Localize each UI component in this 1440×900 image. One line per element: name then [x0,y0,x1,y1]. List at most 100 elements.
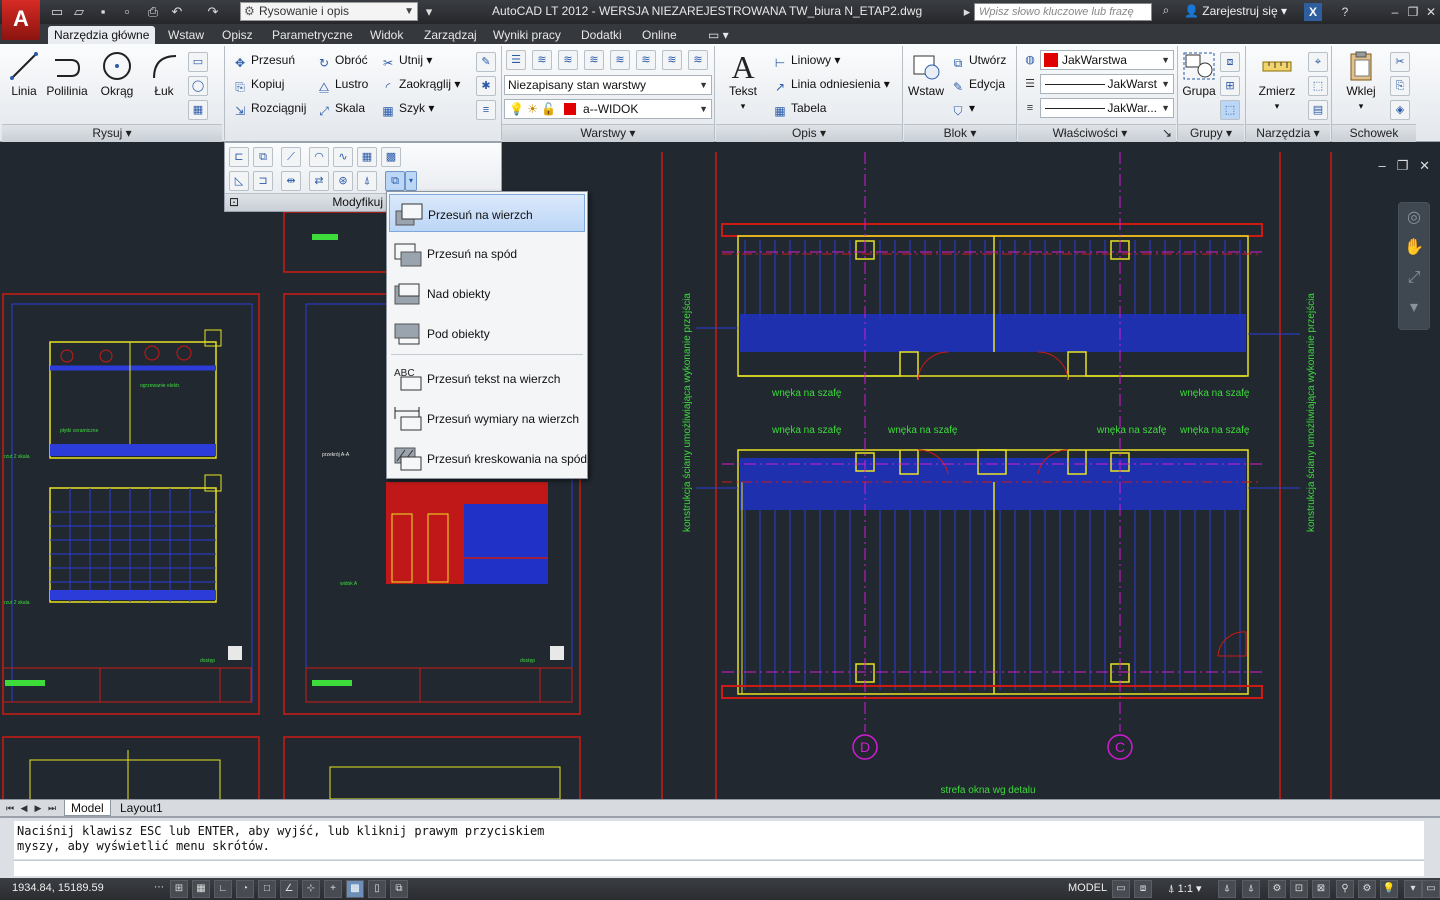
copy-objects-icon[interactable]: ⧉ [253,147,273,167]
menu-item-send-under-objects[interactable]: Pod obiekty [389,314,585,352]
circle-button[interactable]: Okrąg [96,50,138,98]
lengthen-icon[interactable]: ⟋ [281,147,301,167]
quick-view-drawings-icon[interactable]: ⧈ [1134,880,1152,898]
restore-icon[interactable]: ❐ [1404,3,1422,21]
fillet-button[interactable]: ◜ Zaokrąglij ▾ [380,74,461,94]
viewport-close-icon[interactable]: ✕ [1419,158,1430,173]
clean-screen-icon[interactable]: ▭ [1422,880,1440,898]
groups-panel-footer[interactable]: Grupy ▾ [1178,124,1244,142]
menu-item-hatches-to-back[interactable]: Przesuń kreskowania na spód [389,439,587,477]
first-layout-icon[interactable]: ⏮ [4,801,16,815]
group-edit-icon[interactable]: ⊞ [1220,76,1240,96]
tab-home[interactable]: Narzędzia główne [48,26,156,44]
linear-dimension-button[interactable]: ⊢ Liniowy ▾ [772,50,841,70]
pin-panel-icon[interactable]: ⊡ [229,194,239,211]
quick-select-icon[interactable]: ⌖ [1308,52,1328,72]
layer-tool-icon[interactable]: ≋ [558,50,578,70]
exchange-icon[interactable]: X [1304,3,1322,21]
draw-order-dropdown-icon[interactable]: ▾ [405,171,417,191]
coordinates-readout[interactable]: 1934.84, 15189.59 [12,882,104,894]
tab-output[interactable]: Wyniki pracy [487,26,567,44]
stretch-button[interactable]: ⇲ Rozciągnij [232,98,306,118]
linetype-select[interactable]: JakWarst ▼ [1040,74,1174,94]
table-button[interactable]: ▦ Tabela [772,98,826,118]
lineweight-toggle-icon[interactable]: ▩ [346,880,364,898]
polyline-button[interactable]: Polilinia [44,50,90,98]
layers-panel-footer[interactable]: Warstwy ▾ [502,124,714,142]
dynamic-input-icon[interactable]: + [324,880,342,898]
layer-properties-icon[interactable]: ☰ [506,50,526,70]
menu-item-text-to-front[interactable]: ABC Przesuń tekst na wierzch [389,359,585,397]
line-button[interactable]: Linia [6,50,42,98]
status-tray-settings-icon[interactable]: ⚙ [1358,880,1376,898]
dialog-launcher-icon[interactable]: ↘ [1162,125,1172,142]
tab-parametric[interactable]: Parametryczne [266,26,359,44]
workspace-switching-icon[interactable]: ⚙ [1268,880,1286,898]
tab-insert[interactable]: Wstaw [162,26,210,44]
next-layout-icon[interactable]: ▶ [32,801,44,815]
save-as-icon[interactable]: ▫ [118,3,136,21]
drawing-canvas[interactable]: ogrzewanie elektr. płytki ceramiczne rzu… [0,142,1440,799]
plot-icon[interactable]: ⎙ [144,3,162,21]
layer-tool-icon[interactable]: ≋ [636,50,656,70]
application-menu-button[interactable]: A [2,0,40,40]
paste-button[interactable]: Wklej ▾ [1342,50,1380,112]
utilities-panel-footer[interactable]: Narzędzia ▾ [1246,124,1330,142]
clipboard-panel-footer[interactable]: Schowek [1332,124,1416,142]
cut-icon[interactable]: ✂ [1390,52,1410,72]
infer-constraints-icon[interactable]: ⋯ [150,880,168,898]
properties-panel-footer[interactable]: Właściwości ▾ ↘ [1018,124,1176,142]
extend-icon[interactable]: ⊐ [253,171,273,191]
command-input[interactable] [14,860,1424,876]
attribute-button[interactable]: ⛉ ▾ [950,98,975,118]
rectangle-tool-icon[interactable]: ▭ [188,52,208,72]
insert-block-button[interactable]: Wstaw [906,50,946,98]
explode-tool-icon[interactable]: ✱ [476,76,496,96]
search-binoculars-icon[interactable]: ⌕ [1156,3,1176,21]
tab-online[interactable]: Online [636,26,683,44]
search-input[interactable]: Wpisz słowo kluczowe lub frazę [974,3,1152,21]
break-icon[interactable]: ⊏ [229,147,249,167]
quick-properties-icon[interactable]: ▯ [368,880,386,898]
rotate-button[interactable]: ↻ Obróć [316,50,368,70]
block-panel-footer[interactable]: Blok ▾ [904,124,1016,142]
layer-tool-icon[interactable]: ≋ [662,50,682,70]
trim-button[interactable]: ✂ Utnij ▾ [380,50,432,70]
lineweight-select[interactable]: JakWar... ▼ [1040,98,1174,118]
model-space-toggle[interactable]: MODEL [1068,882,1107,894]
chamfer-icon[interactable]: ◺ [229,171,249,191]
edit-polyline-icon[interactable]: ◠ [309,147,329,167]
set-base-icon[interactable]: ⍋ [357,171,377,191]
orbit-icon[interactable]: ▾ [1399,293,1429,323]
steering-wheel-icon[interactable]: ◎ [1399,203,1429,233]
reverse-icon[interactable]: ⇄ [309,171,329,191]
layer-tool-icon[interactable]: ≋ [584,50,604,70]
minimize-icon[interactable]: – [1386,3,1404,21]
edit-block-button[interactable]: ✎ Edycja [950,74,1005,94]
sign-in-link[interactable]: 👤 Zarejestruj się ▾ [1184,4,1287,18]
annotation-scale[interactable]: ⍋ 1:1 ▾ [1168,882,1202,896]
draw-order-button[interactable]: ⧉ [385,171,405,191]
lightbulb-icon[interactable]: 💡 [1380,880,1398,898]
snap-mode-icon[interactable]: ⊞ [170,880,188,898]
menu-item-bring-above-objects[interactable]: Nad obiekty [389,274,585,312]
polar-tracking-icon[interactable]: ◔ [236,880,254,898]
customize-quick-access-icon[interactable]: ▾ [420,3,438,21]
create-block-button[interactable]: ⧉ Utwórz [950,50,1007,70]
viewport-restore-icon[interactable]: ❐ [1397,158,1409,173]
layer-state-select[interactable]: Niezapisany stan warstwy ▼ [504,75,712,95]
copy-clip-icon[interactable]: ⎘ [1390,76,1410,96]
group-selection-icon[interactable]: ⬚ [1220,100,1240,120]
edit-array-icon[interactable]: ▩ [381,147,401,167]
group-button[interactable]: Grupa [1180,50,1218,98]
align-icon[interactable]: ⊛ [333,171,353,191]
isolate-objects-icon[interactable]: ⚲ [1336,880,1354,898]
selection-cycling-icon[interactable]: ⧉ [390,880,408,898]
mirror-button[interactable]: ⧋ Lustro [316,74,369,94]
pan-icon[interactable]: ✋ [1399,233,1429,263]
ortho-mode-icon[interactable]: ∟ [214,880,232,898]
edit-hatch-icon[interactable]: ▦ [357,147,377,167]
open-file-icon[interactable]: ▱ [70,3,88,21]
scale-button[interactable]: ⤢ Skala [316,98,365,118]
arc-button[interactable]: Łuk [146,50,182,98]
